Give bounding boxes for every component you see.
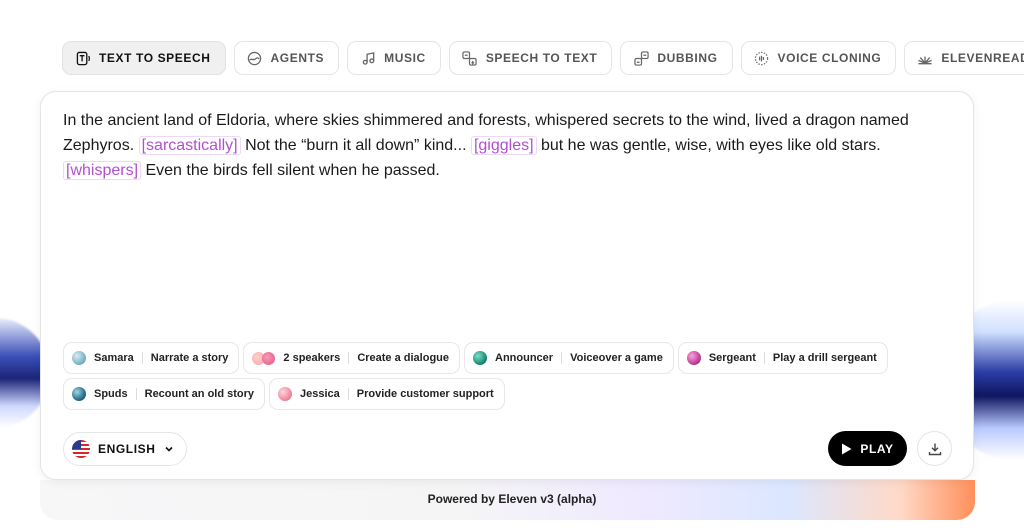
- tab-elevenreader[interactable]: ELEVENREADER: [904, 41, 1024, 75]
- suggestion-chip-2-speakers[interactable]: 2 speakers Create a dialogue: [243, 342, 461, 374]
- play-button[interactable]: PLAY: [828, 431, 907, 466]
- suggestion-chip-samara[interactable]: Samara Narrate a story: [63, 342, 240, 374]
- prompt-label: Provide customer support: [356, 388, 494, 400]
- powered-by-label: Powered by Eleven v3 (alpha): [427, 492, 597, 506]
- voice-name: Samara: [94, 352, 134, 364]
- voice-avatar: [686, 351, 701, 365]
- prompt-label: Play a drill sergeant: [772, 352, 877, 364]
- audio-tag-giggles: [giggles]: [470, 136, 537, 155]
- prompt-label: Create a dialogue: [357, 352, 450, 364]
- tab-agents[interactable]: AGENTS: [233, 41, 340, 75]
- voice-avatar-pair: [252, 351, 276, 365]
- tab-label: VOICE CLONING: [777, 51, 882, 65]
- text-to-speech-icon: [75, 50, 91, 66]
- download-button[interactable]: [917, 431, 952, 466]
- elevenreader-icon: [917, 50, 933, 66]
- suggestion-chip-sergeant[interactable]: Sergeant Play a drill sergeant: [677, 342, 888, 374]
- language-selector[interactable]: ENGLISH: [63, 432, 187, 466]
- voice-avatar: [473, 351, 488, 365]
- speech-to-text-icon: [462, 50, 478, 66]
- divider: [141, 352, 143, 364]
- prompt-label: Voiceover a game: [570, 352, 663, 364]
- voice-cloning-icon: [754, 50, 770, 66]
- suggestion-chip-announcer[interactable]: Announcer Voiceover a game: [464, 342, 674, 374]
- prompt-label: Narrate a story: [150, 352, 229, 364]
- voice-name: Spuds: [94, 388, 128, 400]
- divider: [347, 388, 349, 400]
- language-label: ENGLISH: [98, 442, 156, 456]
- tab-label: MUSIC: [384, 51, 426, 65]
- tab-speech-to-text[interactable]: SPEECH TO TEXT: [448, 41, 613, 75]
- tab-label: SPEECH TO TEXT: [485, 51, 598, 65]
- voice-name: 2 speakers: [283, 352, 341, 364]
- tab-label: TEXT TO SPEECH: [99, 51, 211, 65]
- music-note-icon: [360, 50, 376, 66]
- suggestion-chip-spuds[interactable]: Spuds Recount an old story: [63, 378, 266, 410]
- editor-text: Not the “burn it all down” kind...: [240, 137, 471, 154]
- download-icon: [928, 443, 941, 455]
- voice-name: Sergeant: [708, 352, 756, 364]
- tab-dubbing[interactable]: DUBBING: [620, 41, 733, 75]
- tab-music[interactable]: MUSIC: [347, 41, 441, 75]
- divider: [135, 388, 137, 400]
- play-icon: [842, 443, 852, 454]
- text-to-speech-panel: In the ancient land of Eldoria, where sk…: [40, 91, 974, 480]
- tab-label: DUBBING: [657, 51, 718, 65]
- tab-voice-cloning[interactable]: VOICE CLONING: [740, 41, 897, 75]
- voice-name: Announcer: [495, 352, 554, 364]
- prompt-label: Recount an old story: [144, 388, 255, 400]
- us-flag-icon: [72, 440, 90, 458]
- agents-icon: [247, 50, 263, 66]
- play-label: PLAY: [860, 441, 894, 456]
- chevron-down-icon: [164, 444, 174, 454]
- tab-text-to-speech[interactable]: TEXT TO SPEECH: [62, 41, 226, 75]
- product-tabs: TEXT TO SPEECH AGENTS MUSIC SPEECH TO TE…: [62, 41, 1024, 75]
- page: Powered by Eleven v3 (alpha) TEXT TO SPE…: [0, 0, 1024, 532]
- editor-text: Even the birds fell silent when he passe…: [141, 162, 440, 179]
- divider: [348, 352, 350, 364]
- voice-avatar: [72, 387, 86, 401]
- voice-avatar: [278, 387, 293, 401]
- divider: [561, 352, 563, 364]
- editor-text: but he was gentle, wise, with eyes like …: [536, 137, 881, 154]
- tab-label: AGENTS: [270, 51, 325, 65]
- audio-tag-whispers: [whispers]: [63, 161, 142, 180]
- dubbing-icon: [633, 50, 649, 66]
- voice-name: Jessica: [300, 388, 340, 400]
- prompt-suggestions: Samara Narrate a story 2 speakers Create…: [63, 342, 953, 410]
- suggestion-chip-jessica[interactable]: Jessica Provide customer support: [269, 378, 505, 410]
- tab-label: ELEVENREADER: [941, 51, 1024, 65]
- divider: [763, 352, 765, 364]
- text-editor[interactable]: In the ancient land of Eldoria, where sk…: [63, 108, 953, 183]
- audio-tag-sarcastically: [sarcastically]: [138, 136, 241, 155]
- voice-avatar: [72, 351, 86, 365]
